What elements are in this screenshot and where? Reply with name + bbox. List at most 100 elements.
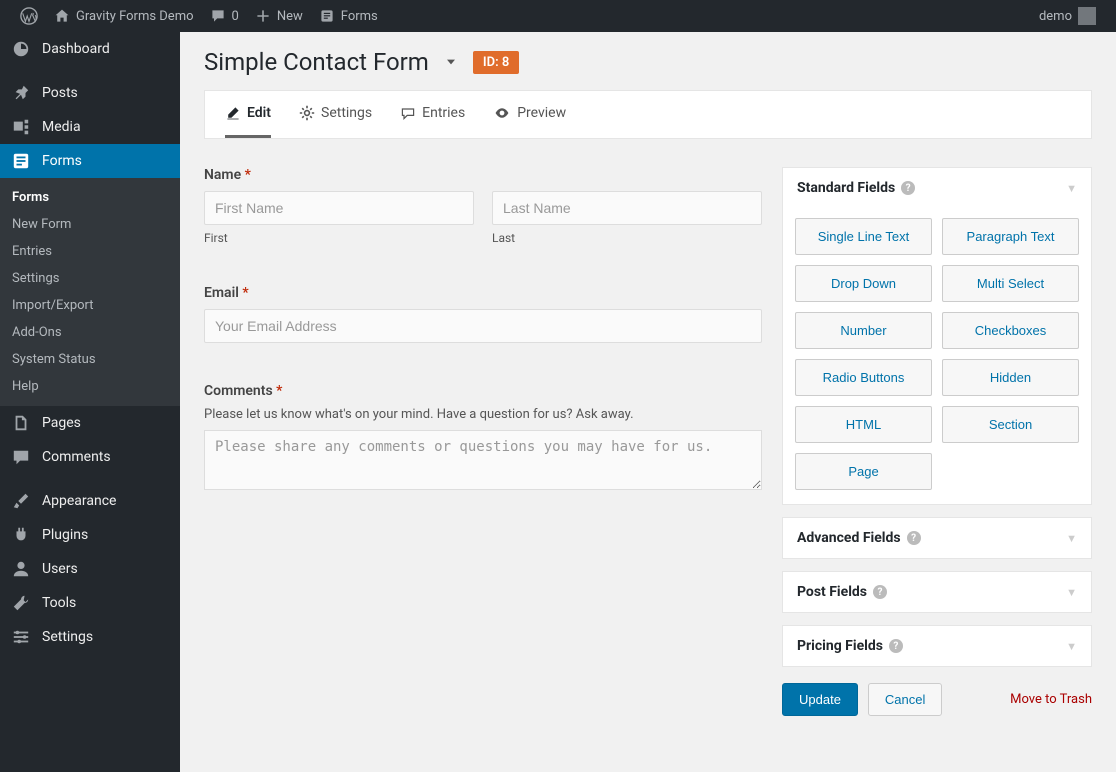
action-row: Update Cancel Move to Trash: [782, 683, 1092, 716]
admin-bar: Gravity Forms Demo 0 New Forms demo: [0, 0, 1116, 32]
sidebar-item-users[interactable]: Users: [0, 552, 180, 586]
sidebar-item-label: Appearance: [42, 493, 116, 509]
chevron-down-icon: ▼: [1066, 586, 1077, 599]
cancel-button[interactable]: Cancel: [868, 683, 942, 716]
tab-label: Preview: [517, 105, 566, 121]
first-name-input[interactable]: [204, 191, 474, 225]
forms-link[interactable]: Forms: [311, 0, 386, 32]
submenu-help[interactable]: Help: [0, 373, 180, 400]
submenu-new-form[interactable]: New Form: [0, 211, 180, 238]
tab-edit[interactable]: Edit: [225, 105, 271, 138]
field-btn-hidden[interactable]: Hidden: [942, 359, 1079, 396]
update-button[interactable]: Update: [782, 683, 858, 716]
comment-icon: [12, 448, 32, 466]
sidebar-item-forms[interactable]: Forms: [0, 144, 180, 178]
forms-label: Forms: [341, 9, 378, 24]
tab-preview[interactable]: Preview: [493, 105, 566, 138]
sidebar-item-label: Settings: [42, 629, 93, 645]
sidebar-item-plugins[interactable]: Plugins: [0, 518, 180, 552]
sidebar-item-media[interactable]: Media: [0, 110, 180, 144]
submenu-settings[interactable]: Settings: [0, 265, 180, 292]
sidebar-item-label: Plugins: [42, 527, 88, 543]
submenu-system-status[interactable]: System Status: [0, 346, 180, 373]
field-btn-dropdown[interactable]: Drop Down: [795, 265, 932, 302]
required-indicator: *: [245, 167, 251, 183]
submenu-forms[interactable]: Forms: [0, 184, 180, 211]
panel-title: Advanced Fields: [797, 530, 901, 546]
dashboard-icon: [12, 40, 32, 58]
sidebar-item-comments[interactable]: Comments: [0, 440, 180, 474]
submenu-import-export[interactable]: Import/Export: [0, 292, 180, 319]
move-to-trash-link[interactable]: Move to Trash: [1010, 692, 1092, 707]
field-btn-section[interactable]: Section: [942, 406, 1079, 443]
field-label: Comments *: [204, 383, 762, 399]
chevron-down-icon: ▼: [1066, 532, 1077, 545]
wordpress-icon: [20, 7, 38, 25]
field-label: Email *: [204, 285, 762, 301]
sidebar-item-appearance[interactable]: Appearance: [0, 484, 180, 518]
comments-textarea[interactable]: [204, 430, 762, 490]
field-btn-html[interactable]: HTML: [795, 406, 932, 443]
sidebar-item-label: Tools: [42, 595, 76, 611]
sidebar-item-label: Forms: [42, 153, 82, 169]
user-menu[interactable]: demo: [1031, 0, 1104, 32]
sidebar-item-pages[interactable]: Pages: [0, 406, 180, 440]
form-switcher[interactable]: [443, 54, 459, 70]
field-btn-number[interactable]: Number: [795, 312, 932, 349]
field-description: Please let us know what's on your mind. …: [204, 407, 762, 422]
tab-settings[interactable]: Settings: [299, 105, 372, 138]
sidebar-item-posts[interactable]: Posts: [0, 76, 180, 110]
help-icon[interactable]: ?: [873, 585, 887, 599]
field-btn-multiselect[interactable]: Multi Select: [942, 265, 1079, 302]
field-btn-paragraph[interactable]: Paragraph Text: [942, 218, 1079, 255]
help-icon[interactable]: ?: [889, 639, 903, 653]
tab-entries[interactable]: Entries: [400, 105, 465, 138]
form-tabs: Edit Settings Entries Preview: [204, 90, 1092, 139]
last-name-input[interactable]: [492, 191, 762, 225]
last-sublabel: Last: [492, 231, 762, 245]
media-icon: [12, 118, 32, 136]
field-btn-single-line[interactable]: Single Line Text: [795, 218, 932, 255]
field-btn-checkboxes[interactable]: Checkboxes: [942, 312, 1079, 349]
field-btn-page[interactable]: Page: [795, 453, 932, 490]
submenu-entries[interactable]: Entries: [0, 238, 180, 265]
forms-submenu: Forms New Form Entries Settings Import/E…: [0, 178, 180, 406]
comments-link[interactable]: 0: [202, 0, 247, 32]
submenu-addons[interactable]: Add-Ons: [0, 319, 180, 346]
tools-icon: [12, 594, 32, 612]
panel-title: Post Fields: [797, 584, 867, 600]
field-btn-radio[interactable]: Radio Buttons: [795, 359, 932, 396]
forms-icon: [12, 152, 32, 170]
brush-icon: [12, 492, 32, 510]
sidebar-item-label: Users: [42, 561, 78, 577]
sidebar-item-settings[interactable]: Settings: [0, 620, 180, 654]
edit-icon: [225, 105, 241, 121]
field-palette: Standard Fields ? ▼ Single Line Text Par…: [782, 167, 1092, 716]
page-title: Simple Contact Form: [204, 48, 429, 76]
field-email[interactable]: Email *: [204, 285, 762, 343]
panel-toggle-standard[interactable]: Standard Fields ? ▼: [783, 168, 1091, 208]
field-comments[interactable]: Comments * Please let us know what's on …: [204, 383, 762, 494]
site-name-link[interactable]: Gravity Forms Demo: [46, 0, 202, 32]
panel-toggle-pricing[interactable]: Pricing Fields ? ▼: [783, 626, 1091, 666]
panel-pricing-fields: Pricing Fields ? ▼: [782, 625, 1092, 667]
sidebar-item-label: Dashboard: [42, 41, 110, 57]
pin-icon: [12, 84, 32, 102]
sidebar-item-label: Posts: [42, 85, 78, 101]
plug-icon: [12, 526, 32, 544]
panel-toggle-post[interactable]: Post Fields ? ▼: [783, 572, 1091, 612]
field-name[interactable]: Name * First Last: [204, 167, 762, 245]
user-name: demo: [1039, 9, 1072, 24]
eye-icon: [493, 105, 511, 121]
sidebar-item-dashboard[interactable]: Dashboard: [0, 32, 180, 66]
help-icon[interactable]: ?: [901, 181, 915, 195]
panel-title: Standard Fields: [797, 180, 895, 196]
admin-sidebar: Dashboard Posts Media Forms Forms New Fo…: [0, 32, 180, 772]
new-link[interactable]: New: [247, 0, 311, 32]
wp-logo[interactable]: [12, 0, 46, 32]
help-icon[interactable]: ?: [907, 531, 921, 545]
email-input[interactable]: [204, 309, 762, 343]
panel-toggle-advanced[interactable]: Advanced Fields ? ▼: [783, 518, 1091, 558]
panel-title: Pricing Fields: [797, 638, 883, 654]
sidebar-item-tools[interactable]: Tools: [0, 586, 180, 620]
